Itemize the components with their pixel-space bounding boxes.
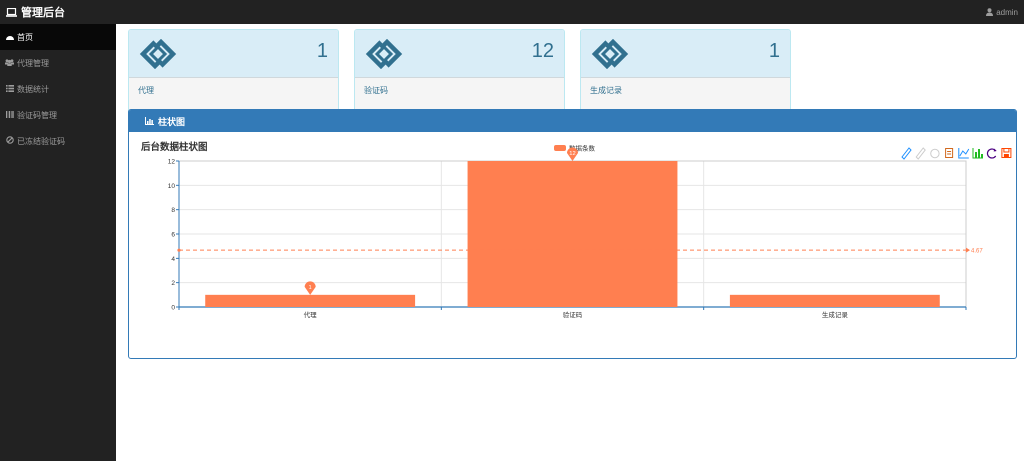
stat-label: 生成记录 — [590, 86, 622, 95]
app-title: 管理后台 — [21, 7, 65, 19]
brand[interactable]: 管理后台 — [6, 4, 65, 20]
stat-value: 1 — [316, 40, 328, 62]
average-markline-start — [177, 248, 181, 252]
stat-value: 12 — [531, 40, 554, 62]
sidebar: 首页代理管理数据统计验证码管理已冻结验证码 — [0, 24, 116, 461]
list-icon — [5, 84, 14, 94]
sidebar-item-1[interactable]: 代理管理 — [0, 50, 116, 76]
y-tick-label: 12 — [168, 159, 176, 166]
y-tick-label: 4 — [171, 256, 175, 263]
stat-value: 1 — [768, 40, 780, 62]
x-tick-label: 生成记录 — [822, 310, 849, 319]
x-tick-label: 验证码 — [563, 310, 583, 319]
main-content: 1 代理 12 验证码 1 生成记录 柱状图 后台数据柱状图 数据条数 0 2 4 6 8 10 12 代理… — [116, 24, 1024, 461]
ban-icon — [5, 136, 14, 146]
link-logo-icon — [138, 38, 178, 74]
sidebar-item-label: 验证码管理 — [17, 110, 57, 120]
restore-icon[interactable] — [972, 148, 983, 159]
sidebar-item-label: 代理管理 — [17, 58, 49, 68]
stat-footer[interactable]: 代理 — [129, 78, 338, 100]
sidebar-item-0[interactable]: 首页 — [0, 24, 116, 50]
stat-card-header: 1 — [129, 30, 338, 78]
y-tick-label: 10 — [168, 183, 176, 190]
mark-icon[interactable] — [901, 147, 912, 160]
sidebar-item-label: 首页 — [17, 32, 33, 42]
y-tick-label: 6 — [171, 232, 175, 239]
top-navbar: 管理后台 admin — [0, 0, 1024, 24]
bar-chart-icon — [145, 117, 154, 125]
bar-0 — [205, 294, 416, 307]
y-tick-label: 8 — [171, 207, 175, 214]
stat-card-header: 12 — [355, 30, 564, 78]
link-logo-icon — [590, 38, 630, 74]
sidebar-item-2[interactable]: 数据统计 — [0, 76, 116, 102]
stat-footer[interactable]: 生成记录 — [581, 78, 790, 100]
bar-chart: 后台数据柱状图 数据条数024681012代理 验证码 生成记录4.67112 — [141, 141, 1012, 319]
markpoint-label: 1 — [309, 285, 312, 291]
link-logo-icon — [364, 38, 404, 74]
laptop-icon — [6, 7, 17, 17]
stat-card-header: 1 — [581, 30, 790, 78]
average-markline-label: 4.67 — [971, 249, 983, 255]
user-menu[interactable]: admin — [986, 8, 1018, 17]
bar-1 — [467, 161, 678, 307]
sidebar-item-4[interactable]: 已冻结验证码 — [0, 128, 116, 154]
chart-panel: 柱状图 后台数据柱状图 数据条数 0 2 4 6 8 10 12 代理 验证码 生成记录 4.67 1 12 — [128, 109, 1017, 359]
panel-header: 柱状图 — [129, 110, 1016, 132]
y-tick-label: 0 — [171, 305, 175, 312]
username: admin — [996, 7, 1018, 17]
x-tick-label: 代理 — [304, 310, 318, 319]
markpoint-label: 12 — [569, 151, 575, 157]
legend-swatch — [554, 145, 566, 151]
stat-footer[interactable]: 验证码 — [355, 78, 564, 100]
sidebar-item-3[interactable]: 验证码管理 — [0, 102, 116, 128]
y-tick-label: 2 — [171, 280, 175, 287]
save-image-icon[interactable] — [986, 148, 997, 159]
magic-icon[interactable] — [1001, 148, 1012, 158]
stat-label: 代理 — [138, 86, 154, 95]
barcode-icon — [5, 110, 14, 120]
switch-line-icon[interactable] — [945, 148, 954, 158]
dashboard-icon — [5, 33, 14, 42]
stat-label: 验证码 — [364, 86, 388, 95]
data-view-icon[interactable] — [930, 148, 940, 159]
users-icon — [5, 58, 14, 68]
user-icon — [986, 8, 994, 16]
average-markline-arrow — [966, 247, 970, 253]
panel-title: 柱状图 — [158, 116, 186, 127]
sidebar-item-label: 已冻结验证码 — [17, 136, 65, 146]
sidebar-item-label: 数据统计 — [17, 84, 49, 94]
erase-mark-icon[interactable] — [915, 147, 926, 160]
switch-bar-icon[interactable] — [958, 148, 970, 159]
chart-title: 后台数据柱状图 — [141, 141, 208, 153]
bar-2 — [729, 294, 940, 307]
